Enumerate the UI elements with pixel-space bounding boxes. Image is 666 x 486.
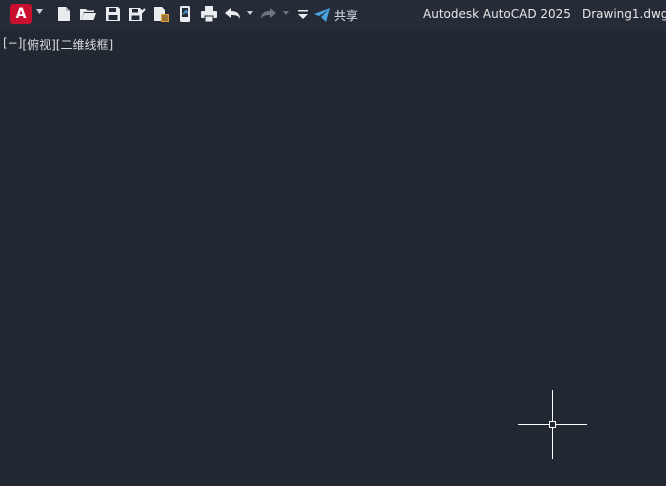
document-title: Drawing1.dwg bbox=[582, 7, 666, 21]
undo-icon[interactable] bbox=[224, 5, 242, 23]
share-icon bbox=[314, 8, 330, 22]
customize-icon[interactable] bbox=[294, 5, 312, 23]
new-icon[interactable] bbox=[55, 5, 73, 23]
application-menu-button[interactable]: A bbox=[10, 4, 32, 24]
open-icon[interactable] bbox=[79, 5, 97, 23]
view-cube-control[interactable]: [俯视] bbox=[22, 36, 55, 53]
redo-icon[interactable] bbox=[259, 5, 277, 23]
application-menu-caret-icon[interactable] bbox=[36, 9, 43, 15]
plot-to-web-icon[interactable] bbox=[152, 5, 170, 23]
share-button[interactable]: 共享 bbox=[314, 5, 358, 25]
print-icon[interactable] bbox=[200, 5, 218, 23]
publish-icon[interactable] bbox=[176, 5, 194, 23]
save-as-icon[interactable] bbox=[128, 5, 146, 23]
visual-style-control[interactable]: [二维线框] bbox=[56, 36, 113, 53]
viewport-controls: [−] [俯视] [二维线框] bbox=[3, 36, 113, 53]
save-icon[interactable] bbox=[104, 5, 122, 23]
app-title: Autodesk AutoCAD 2025 bbox=[423, 7, 571, 21]
title-bar: A 共享 Autodesk AutoCAD 2025 Drawing1.dwg bbox=[0, 0, 666, 30]
viewport-minimize-control[interactable]: [−] bbox=[3, 36, 22, 53]
undo-dropdown-icon[interactable] bbox=[247, 11, 253, 16]
crosshair-cursor-icon bbox=[518, 390, 587, 459]
share-label: 共享 bbox=[334, 8, 359, 23]
redo-dropdown-icon[interactable] bbox=[283, 11, 289, 16]
